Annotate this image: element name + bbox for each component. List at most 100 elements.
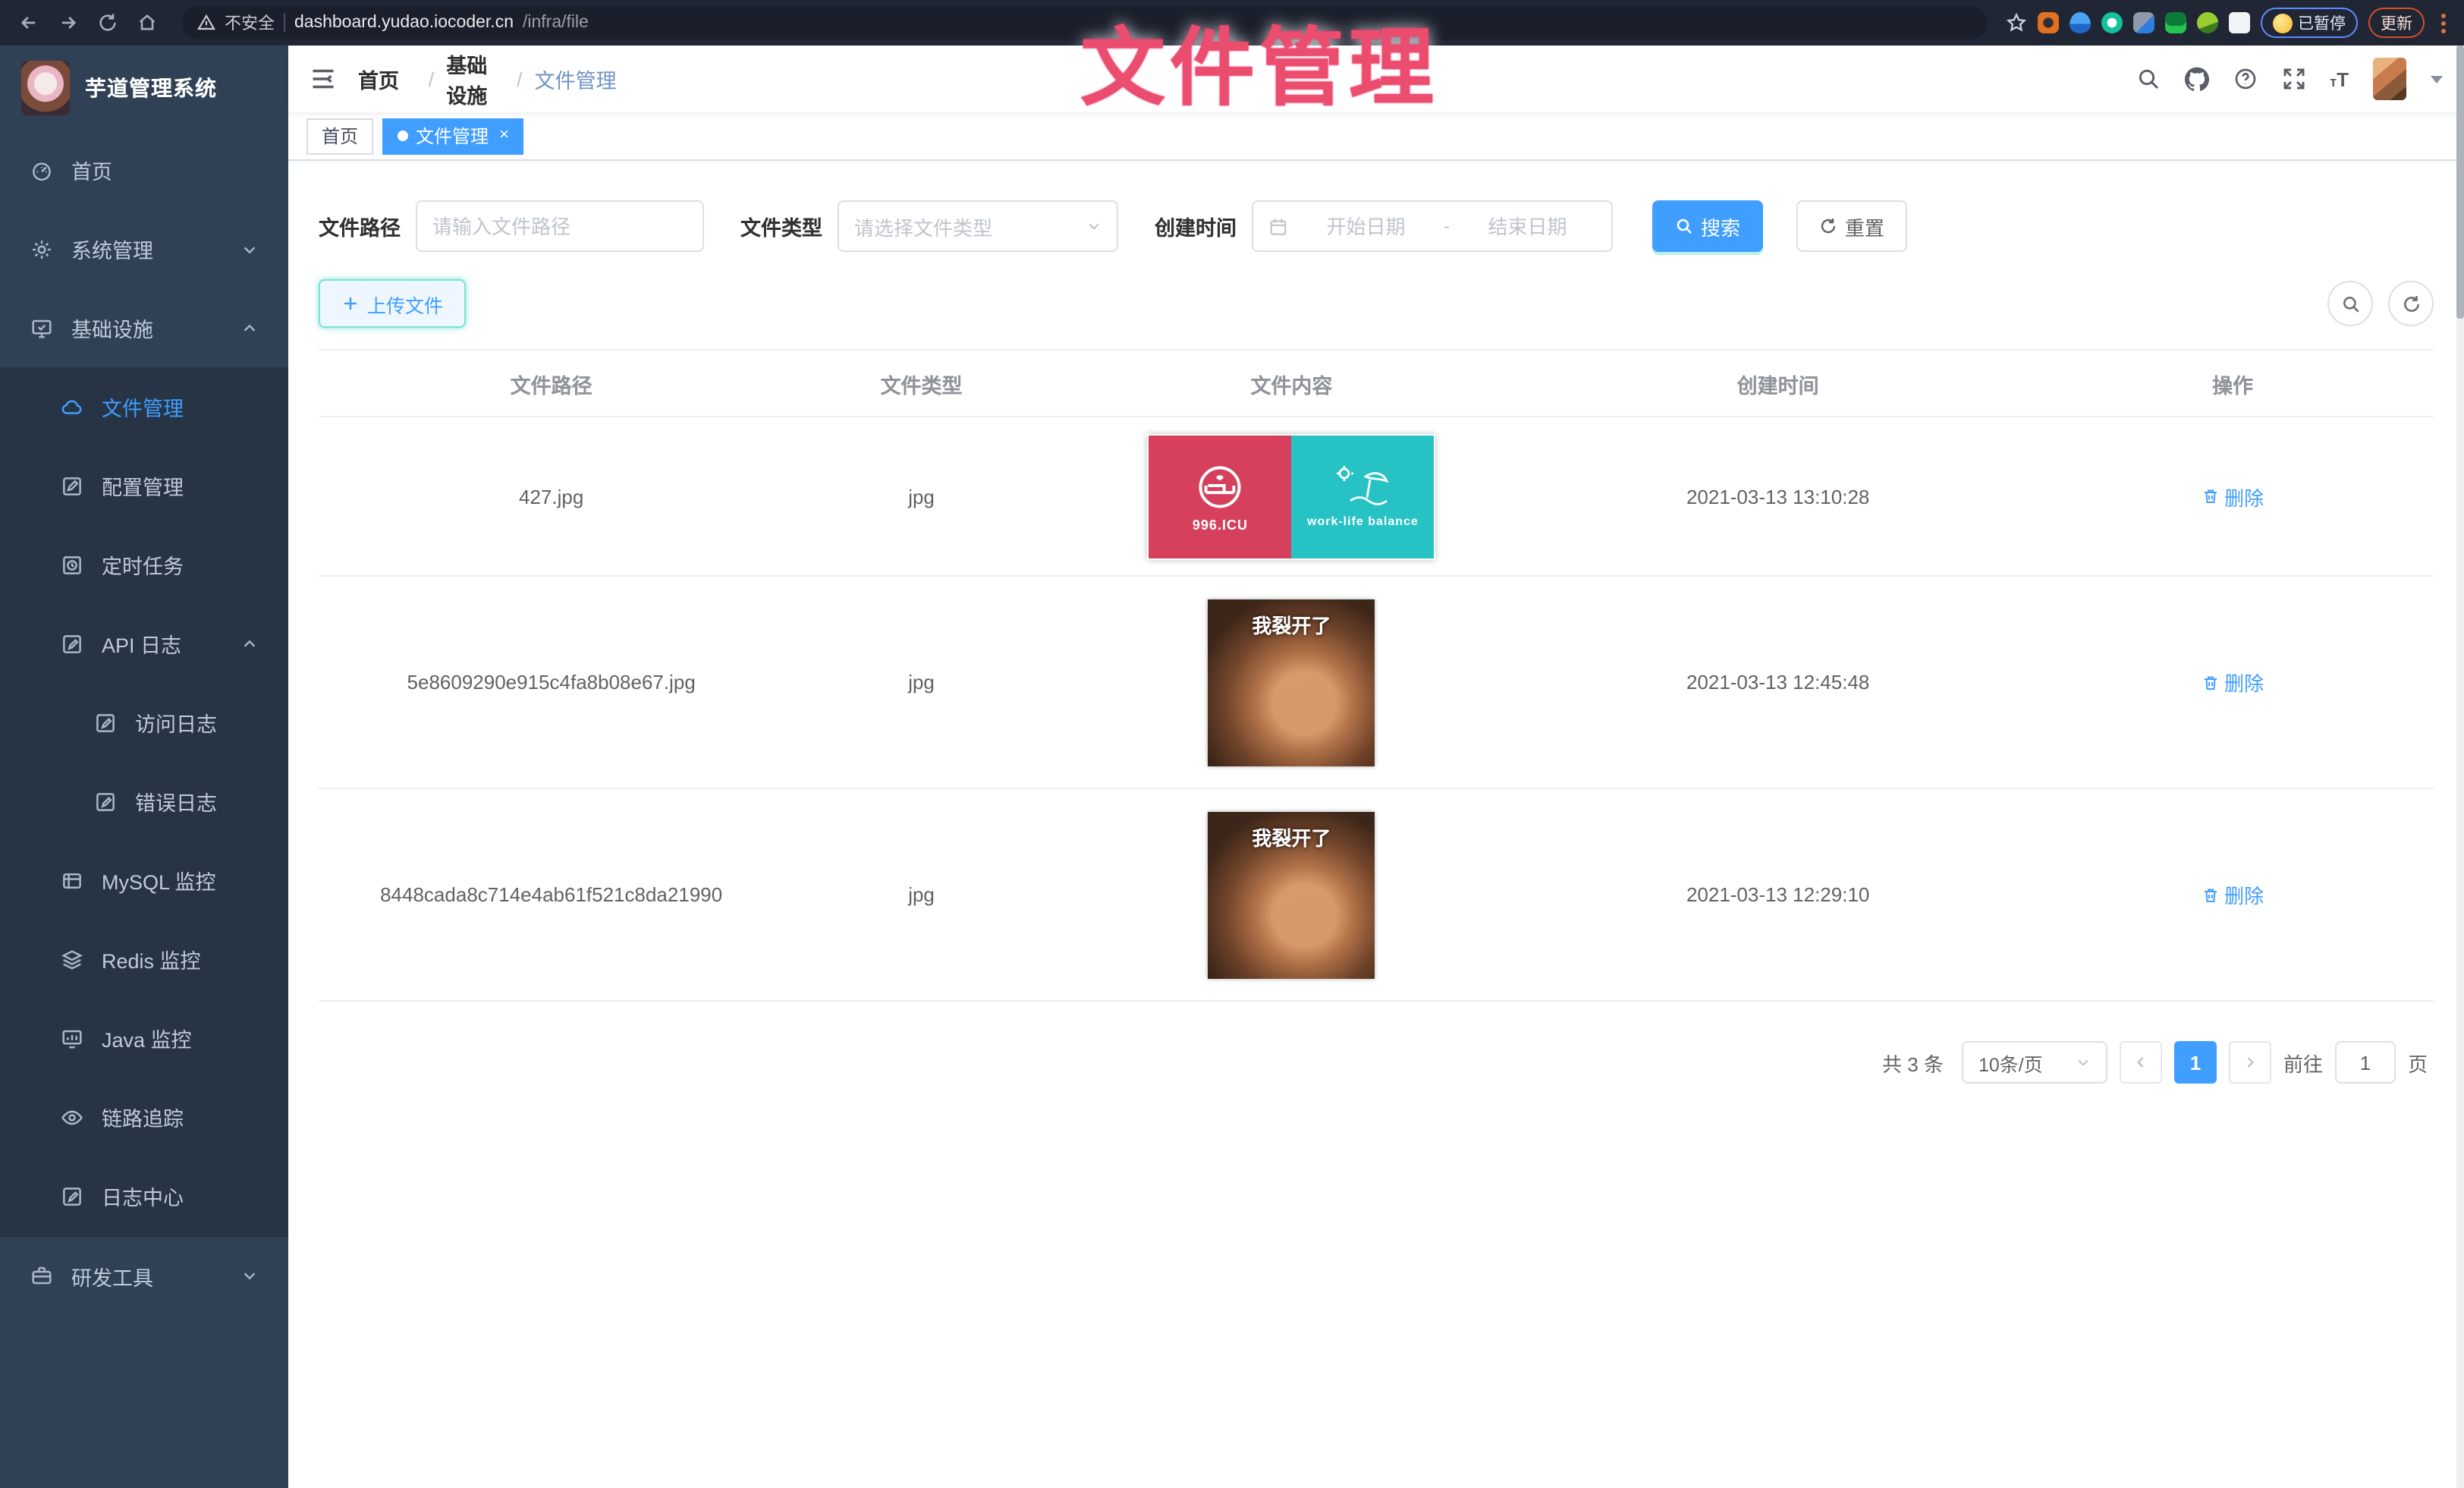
sidebar-menu: 首页 系统管理 基础设施 文件管理 (0, 131, 288, 1488)
url-host: dashboard.yudao.iocoder.cn (294, 14, 514, 32)
browser-reload-button[interactable] (91, 6, 124, 39)
extension-icon-on[interactable] (2164, 12, 2186, 33)
extension-icon[interactable] (2037, 12, 2058, 33)
extension-icon[interactable] (2196, 12, 2217, 33)
sidebar-item-error-log[interactable]: 错误日志 (0, 762, 288, 841)
trash-icon (2202, 886, 2220, 904)
font-size-icon[interactable]: тT (2330, 68, 2349, 90)
browser-back-button[interactable] (12, 6, 46, 39)
bookmark-star-icon[interactable] (2005, 12, 2026, 33)
tab-file-management[interactable]: 文件管理 × (382, 118, 524, 154)
start-date-input[interactable] (1297, 215, 1435, 238)
file-path-input[interactable] (432, 215, 687, 238)
chevron-up-icon (241, 319, 258, 336)
breadcrumb-infrastructure[interactable]: 基础设施 (446, 49, 504, 109)
tab-close-icon[interactable]: × (499, 127, 509, 144)
goto-page-input[interactable] (2343, 1051, 2388, 1074)
breadcrumb-home[interactable]: 首页 (358, 64, 416, 94)
fullscreen-icon[interactable] (2281, 67, 2305, 91)
sidebar-item-trace[interactable]: 链路追踪 (0, 1077, 288, 1156)
table-row: 5e8609290e915c4fa8b08e67.jpg jpg 我裂开了 20… (319, 577, 2434, 789)
file-table: 文件路径 文件类型 文件内容 创建时间 操作 427.jpg jpg (319, 349, 2434, 1002)
page-scrollbar[interactable] (2456, 46, 2464, 1488)
delete-button[interactable]: 删除 (2202, 482, 2264, 511)
log-icon (61, 632, 83, 655)
page-size-value: 10条/页 (1978, 1048, 2043, 1077)
profile-paused-badge[interactable]: 已暂停 (2260, 8, 2358, 38)
trash-icon (2202, 487, 2220, 505)
delete-button[interactable]: 删除 (2202, 668, 2264, 697)
back-arrow-icon (18, 12, 39, 33)
chevron-down-icon (1086, 219, 1102, 234)
extension-icon[interactable] (2132, 12, 2154, 33)
page-size-select[interactable]: 10条/页 (1962, 1041, 2107, 1084)
sidebar-item-java-monitor[interactable]: Java 监控 (0, 999, 288, 1077)
sidebar-item-redis-monitor[interactable]: Redis 监控 (0, 920, 288, 999)
reset-button[interactable]: 重置 (1796, 200, 1907, 252)
browser-forward-button[interactable] (52, 6, 85, 39)
extensions-puzzle-icon[interactable] (2228, 12, 2249, 33)
sidebar-item-label: MySQL 监控 (102, 865, 258, 895)
upload-file-button[interactable]: 上传文件 (319, 279, 466, 328)
sidebar-item-api-log[interactable]: API 日志 (0, 604, 288, 683)
browser-menu-button[interactable] (2435, 13, 2452, 33)
sidebar-item-file-management[interactable]: 文件管理 (0, 367, 288, 446)
prev-page-button[interactable] (2120, 1041, 2162, 1084)
banner-right-panel: work-life balance (1291, 435, 1434, 558)
profile-avatar (2272, 13, 2292, 33)
end-date-input[interactable] (1459, 215, 1596, 238)
goto-label: 前往 (2283, 1048, 2323, 1077)
next-page-button[interactable] (2229, 1041, 2271, 1084)
help-icon[interactable] (2233, 67, 2257, 91)
delete-button[interactable]: 删除 (2202, 880, 2264, 909)
breadcrumb-separator: / (517, 68, 523, 90)
app-logo-row[interactable]: 芋道管理系统 (0, 46, 288, 131)
address-bar[interactable]: 不安全 dashboard.yudao.iocoder.cn/infra/fil… (182, 6, 1987, 39)
sidebar-item-config-management[interactable]: 配置管理 (0, 446, 288, 525)
sidebar-item-mysql-monitor[interactable]: MySQL 监控 (0, 841, 288, 920)
sidebar-item-scheduled-jobs[interactable]: 定时任务 (0, 525, 288, 604)
scrollbar-thumb[interactable] (2456, 46, 2464, 319)
sidebar-item-log-center[interactable]: 日志中心 (0, 1156, 288, 1235)
edit-square-icon (61, 474, 83, 497)
user-avatar[interactable] (2373, 58, 2406, 100)
cell-file-path: 427.jpg (319, 485, 784, 508)
browser-update-button[interactable]: 更新 (2368, 8, 2425, 38)
date-range-separator: - (1444, 215, 1450, 237)
page-content: 文件路径 文件类型 请选择文件类型 创建时间 - (288, 161, 2464, 1488)
cell-created-time: 2021-03-13 13:10:28 (1524, 485, 2032, 508)
toggle-search-button[interactable] (2327, 281, 2373, 326)
extension-icon[interactable] (2101, 12, 2122, 33)
sidebar-item-dev-tools[interactable]: 研发工具 (0, 1235, 288, 1314)
sidebar-item-label: API 日志 (102, 628, 223, 659)
user-menu-caret-icon[interactable] (2431, 75, 2443, 83)
column-header-file-content: 文件内容 (1059, 368, 1524, 398)
sidebar-item-label: 错误日志 (135, 786, 258, 816)
file-path-label: 文件路径 (319, 211, 401, 241)
page-number-1[interactable]: 1 (2174, 1041, 2217, 1084)
search-icon (1675, 217, 1693, 235)
file-preview-meme-image[interactable]: 我裂开了 (1208, 599, 1375, 766)
log-icon (94, 711, 117, 734)
date-range-picker[interactable]: - (1252, 200, 1613, 252)
sidebar-collapse-icon[interactable] (310, 65, 337, 93)
file-type-select[interactable]: 请选择文件类型 (838, 200, 1118, 252)
browser-toolbar: 不安全 dashboard.yudao.iocoder.cn/infra/fil… (0, 0, 2464, 46)
refresh-table-button[interactable] (2388, 281, 2434, 326)
monitor-chart-icon (61, 1027, 83, 1049)
browser-home-button[interactable] (130, 6, 164, 39)
tab-label: 首页 (322, 123, 358, 149)
github-icon[interactable] (2184, 67, 2208, 91)
sidebar-item-system[interactable]: 系统管理 (0, 209, 288, 288)
tab-home[interactable]: 首页 (306, 118, 373, 154)
sidebar-item-infrastructure[interactable]: 基础设施 (0, 288, 288, 367)
chevron-down-icon (241, 241, 258, 257)
file-preview-996icu-image[interactable]: 996.ICU work-life balance (1147, 433, 1435, 559)
sidebar-item-access-log[interactable]: 访问日志 (0, 683, 288, 762)
file-preview-meme-image[interactable]: 我裂开了 (1208, 811, 1375, 978)
search-icon[interactable] (2136, 67, 2160, 91)
search-button[interactable]: 搜索 (1652, 200, 1763, 252)
security-warning-label[interactable]: 不安全 (225, 11, 275, 35)
extension-icon[interactable] (2069, 12, 2090, 33)
sidebar-item-home[interactable]: 首页 (0, 131, 288, 209)
